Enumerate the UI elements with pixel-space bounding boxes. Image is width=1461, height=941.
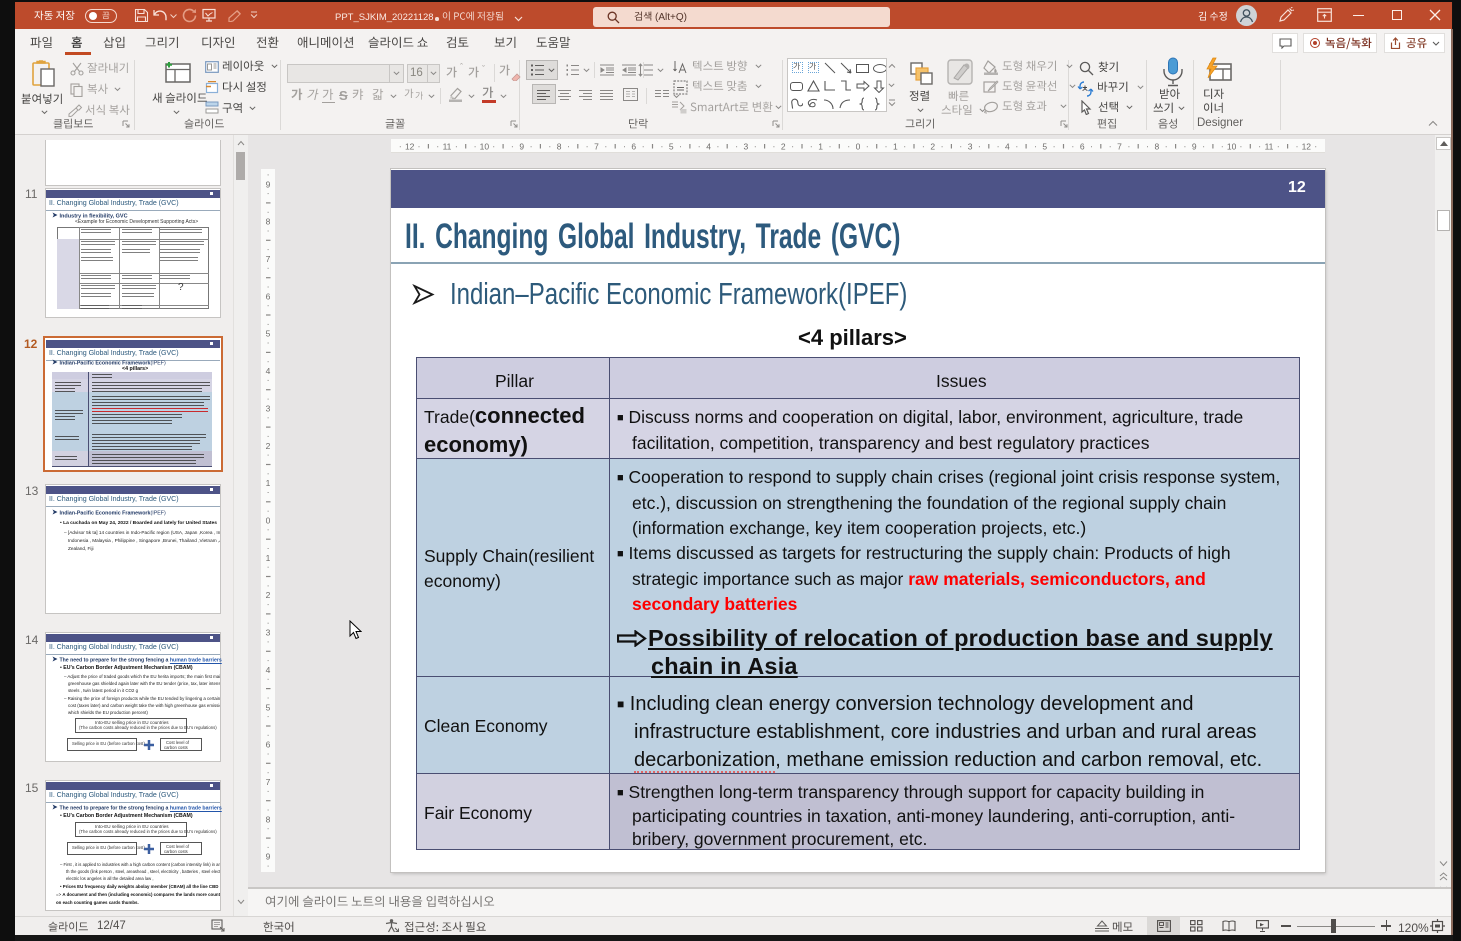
svg-text:5: 5 <box>266 702 271 712</box>
svg-text:1: 1 <box>818 142 823 152</box>
svg-text:7: 7 <box>594 142 599 152</box>
svg-text:3: 3 <box>968 142 973 152</box>
svg-text:8: 8 <box>266 814 271 824</box>
svg-text:9: 9 <box>266 852 271 862</box>
svg-text:3: 3 <box>266 628 271 638</box>
svg-text:2: 2 <box>266 590 271 600</box>
svg-text:9: 9 <box>519 142 524 152</box>
svg-text:4: 4 <box>706 142 711 152</box>
svg-text:3: 3 <box>266 403 271 413</box>
svg-text:10: 10 <box>480 142 490 152</box>
svg-text:11: 11 <box>443 142 452 152</box>
svg-text:4: 4 <box>1005 142 1010 152</box>
svg-text:1: 1 <box>266 478 271 488</box>
svg-text:8: 8 <box>1155 142 1160 152</box>
svg-text:2: 2 <box>930 142 935 152</box>
svg-text:0: 0 <box>856 142 861 152</box>
svg-text:9: 9 <box>1192 142 1197 152</box>
svg-text:3: 3 <box>744 142 749 152</box>
svg-text:0: 0 <box>266 516 271 526</box>
svg-text:6: 6 <box>1080 142 1085 152</box>
svg-text:6: 6 <box>266 740 271 750</box>
svg-text:6: 6 <box>631 142 636 152</box>
svg-text:6: 6 <box>266 291 271 301</box>
svg-text:2: 2 <box>781 142 786 152</box>
svg-text:1: 1 <box>893 142 898 152</box>
svg-text:2: 2 <box>266 441 271 451</box>
svg-text:1: 1 <box>266 553 271 563</box>
svg-text:7: 7 <box>1117 142 1122 152</box>
svg-text:11: 11 <box>1265 142 1274 152</box>
svg-text:4: 4 <box>266 665 271 675</box>
svg-text:5: 5 <box>669 142 674 152</box>
svg-text:7: 7 <box>266 254 271 264</box>
svg-text:5: 5 <box>1042 142 1047 152</box>
svg-text:12: 12 <box>405 142 415 152</box>
svg-text:12: 12 <box>1302 142 1312 152</box>
svg-text:8: 8 <box>557 142 562 152</box>
svg-text:8: 8 <box>266 217 271 227</box>
svg-text:4: 4 <box>266 366 271 376</box>
svg-text:10: 10 <box>1227 142 1237 152</box>
svg-text:9: 9 <box>266 179 271 189</box>
svg-text:7: 7 <box>266 777 271 787</box>
svg-text:5: 5 <box>266 329 271 339</box>
